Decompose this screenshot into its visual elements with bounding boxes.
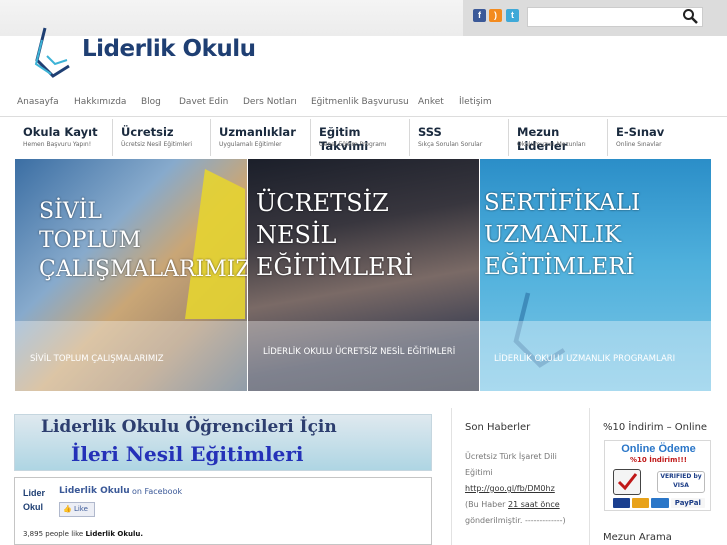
rss-icon[interactable]: ) [489,9,502,22]
facebook-page-name[interactable]: Liderlik Okulu [59,486,130,496]
news-title: Son Haberler [465,422,531,433]
graduate-search-title: Mezun Arama [603,532,672,543]
menu-item-subtitle: Uygulamalı Eğitimler [219,141,282,148]
sidebar-divider [451,408,452,545]
menu-item-title: Uzmanlıklar [219,125,296,139]
facebook-like-label: Like [73,505,88,513]
paypal-icon: PayPal [670,498,706,508]
news-meta-suffix: gönderilmiştir. -------------) [465,516,566,525]
banner-ucretsiz-nesil[interactable]: ÜCRETSİZ NESİL EĞİTİMLERİ LİDERLİK OKULU… [248,159,479,391]
sidebar-divider [589,408,590,545]
nav-link-blog[interactable]: Blog [141,97,161,107]
banner-big-line: SERTİFİKALI [484,190,641,216]
menu-item-ucretsiz[interactable]: Ücretsiz Ücretsiz Nesil Eğitimleri [112,117,210,158]
nav-link-davet-edin[interactable]: Davet Edin [179,97,228,107]
menu-item-sss[interactable]: SSS Sıkça Sorulan Sorular [409,117,508,158]
menu-item-uzmanliklar[interactable]: Uzmanlıklar Uygulamalı Eğitimler [210,117,310,158]
banner-caption: LİDERLİK OKULU UZMANLIK PROGRAMLARI [494,354,676,364]
payment-title: %10 İndirim – Online [603,422,708,433]
menu-item-egitim-takvimi[interactable]: Eğitim Takvimi Genel Eğitim Programı [310,117,409,158]
menu-item-okula-kayit[interactable]: Okula Kayıt Hemen Başvuru Yapın! [14,117,112,158]
verisign-seal-icon [613,469,641,495]
banner-big-line: TOPLUM [39,228,141,253]
menu-item-title: Ücretsiz [121,125,174,139]
payment-line-2: %10 İndirim!!! [630,456,687,464]
menu-item-title: Okula Kayıt [23,125,98,139]
banner-big-line: NESİL [256,221,337,249]
promo-banner[interactable]: Liderlik Okulu Öğrencileri İçin İleri Ne… [14,414,432,471]
nav-link-anasayfa[interactable]: Anasayfa [17,97,59,107]
facebook-icon[interactable]: f [473,9,486,22]
logo-text[interactable]: Liderlik Okulu [82,36,256,62]
menu-item-title: Mezun Liderler [517,125,568,153]
nav-link-ders-notlari[interactable]: Ders Notları [243,97,297,107]
menu-item-subtitle: Hemen Başvuru Yapın! [23,141,92,148]
menu-item-subtitle: Genel Eğitim Programı [319,141,387,148]
card-logos: PayPal [613,498,706,508]
nav-link-iletisim[interactable]: İletişim [459,97,492,107]
menu-item-title: E-Sınav [616,125,665,139]
mastercard-icon [632,498,650,508]
promo-line-2: İleri Nesil Eğitimleri [71,442,304,466]
menu-item-subtitle: Ücretsiz Nesil Eğitimleri [121,141,193,148]
facebook-count-page[interactable]: Liderlik Okulu. [85,530,143,538]
news-text: Ücretsiz Türk İşaret Dili Eğitimi [465,452,557,477]
menu-item-title: SSS [418,125,442,139]
banner-caption: LİDERLİK OKULU ÜCRETSİZ NESİL EĞİTİMLERİ [263,347,456,357]
banner-big-line: ÜCRETSİZ [256,189,389,217]
banner-big-line: EĞİTİMLERİ [484,254,635,280]
facebook-count-prefix: 3,895 people like [23,530,84,538]
banner-sivil-toplum[interactable]: SİVİL TOPLUM ÇALIŞMALARIMIZ SİVİL TOPLUM… [15,159,247,391]
news-meta-link[interactable]: 21 saat önce [508,500,560,509]
twitter-icon[interactable]: t [506,9,519,22]
banner-big-line: UZMANLIK [484,222,622,248]
card-icon [651,498,669,508]
verified-by-visa-badge: VERIFIED by VISA [657,471,705,493]
payment-line-1: Online Ödeme [621,443,696,455]
news-meta-prefix: (Bu Haber [465,500,506,509]
search-input[interactable] [527,7,703,27]
visa-card-icon [613,498,631,508]
logo-icon[interactable] [33,26,73,78]
banner-big-line: EĞİTİMLERİ [256,253,414,281]
news-link[interactable]: http://goo.gl/fb/DM0hz [465,484,555,493]
search-icon[interactable] [682,8,698,24]
menu-item-subtitle: Sıkça Sorulan Sorular [418,141,483,148]
nav-link-hakkimizda[interactable]: Hakkımızda [74,97,126,107]
facebook-on-text[interactable]: on Facebook [132,487,182,496]
banner-sertifikali[interactable]: SERTİFİKALI UZMANLIK EĞİTİMLERİ LİDERLİK… [480,159,711,391]
facebook-like-count: 3,895 people like Liderlik Okulu. [23,530,143,538]
facebook-like-box: Lider Okul Liderlik Okulu on Facebook 👍 … [14,477,432,545]
nav-link-anket[interactable]: Anket [418,97,444,107]
banner-big-line: SİVİL [39,199,102,224]
yellow-flag-shape [185,169,245,319]
facebook-like-button[interactable]: 👍 Like [59,502,95,517]
menu-item-subtitle: Online Sınavlar [616,141,662,148]
banner-big-line: ÇALIŞMALARIMIZ [39,257,247,282]
facebook-avatar[interactable]: Lider Okul [23,486,53,518]
menu-item-subtitle: Okulumuzun Mezunları [517,141,586,148]
menu-item-title: Eğitim Takvimi [319,125,369,153]
online-payment-banner[interactable]: Online Ödeme %10 İndirim!!! VERIFIED by … [604,440,711,511]
news-item: Ücretsiz Türk İşaret Dili Eğitimi http:/… [465,449,585,529]
nav-link-egitmenlik[interactable]: Eğitmenlik Başvurusu [311,97,409,107]
menu-item-e-sinav[interactable]: E-Sınav Online Sınavlar [607,117,717,158]
menu-item-mezun-liderler[interactable]: Mezun Liderler Okulumuzun Mezunları [508,117,607,158]
promo-line-1: Liderlik Okulu Öğrencileri İçin [41,417,337,437]
banner-caption: SİVİL TOPLUM ÇALIŞMALARIMIZ [30,354,164,364]
